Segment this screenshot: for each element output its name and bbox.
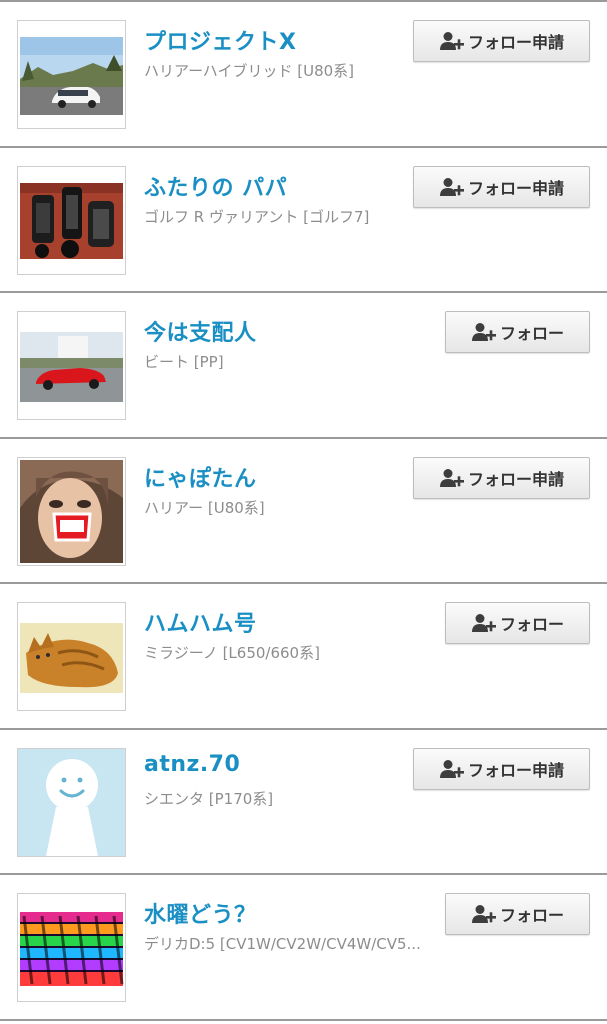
- selfie-photo-avatar: [18, 457, 125, 565]
- user-row[interactable]: ハムハム号ミラジーノ [L650/660系] フォロー: [0, 584, 607, 730]
- user-row[interactable]: 今は支配人ビート [PP] フォロー: [0, 293, 607, 439]
- button-label: フォロー申請: [467, 33, 564, 52]
- user-car-label: ハリアー [U80系]: [144, 498, 265, 517]
- user-name-link[interactable]: 今は支配人: [144, 315, 257, 347]
- follow-button[interactable]: フォロー: [445, 893, 590, 935]
- follow-button[interactable]: フォロー: [445, 602, 590, 644]
- add-user-icon: [439, 31, 465, 51]
- button-label: フォロー申請: [467, 760, 564, 780]
- button-label: フォロー: [499, 615, 564, 634]
- user-row[interactable]: atnz.70 シエンタ [P170系] フォロー申請: [0, 729, 607, 875]
- user-name-link[interactable]: にゃぽたん: [144, 461, 257, 493]
- camera-photo-avatar: [18, 166, 125, 274]
- user-avatar[interactable]: [17, 602, 126, 711]
- user-row[interactable]: にゃぽたんハリアー [U80系] フォロー申請: [0, 438, 607, 584]
- default-person-avatar: [18, 748, 125, 856]
- follow-user-list: プロジェクトX ハリアーハイブリッド [U80系] フォロー申請 ふたりの パパゴ…: [0, 0, 607, 1024]
- user-car-label: ミラジーノ [L650/660系]: [144, 644, 320, 662]
- user-name-link[interactable]: ふたりの パパ: [144, 170, 287, 202]
- user-row[interactable]: ふたりの パパゴルフ R ヴァリアント [ゴルフ7] フォロー申請: [0, 147, 607, 293]
- user-avatar[interactable]: [17, 747, 126, 857]
- red-car-photo-avatar: [18, 312, 125, 419]
- follow-button[interactable]: フォロー: [445, 311, 590, 353]
- button-label: フォロー: [499, 906, 564, 925]
- follow-request-button[interactable]: フォロー申請: [413, 165, 590, 208]
- user-avatar[interactable]: [17, 165, 126, 275]
- user-car-label: デリカD:5 [CV1W/CV2W/CV4W/CV5...: [144, 935, 421, 953]
- follow-request-button[interactable]: フォロー申請: [413, 747, 590, 790]
- car-photo-avatar: [18, 21, 125, 128]
- user-name-link[interactable]: プロジェクトX: [144, 24, 296, 56]
- colorful-pattern-avatar: [18, 894, 125, 1001]
- user-avatar[interactable]: [17, 20, 126, 129]
- user-row[interactable]: プロジェクトX ハリアーハイブリッド [U80系] フォロー申請: [0, 2, 607, 148]
- user-avatar[interactable]: [17, 893, 126, 1002]
- user-avatar[interactable]: [17, 456, 126, 566]
- add-user-icon: [439, 177, 465, 197]
- follow-request-button[interactable]: フォロー申請: [413, 456, 590, 499]
- user-name-link[interactable]: 水曜どう？: [144, 897, 257, 929]
- add-user-icon: [471, 322, 497, 342]
- user-name-link[interactable]: ハムハム号: [144, 606, 257, 638]
- follow-request-button[interactable]: フォロー申請: [413, 20, 590, 62]
- add-user-icon: [471, 904, 497, 924]
- add-user-icon: [471, 613, 497, 633]
- user-avatar[interactable]: [17, 311, 126, 420]
- user-name-link[interactable]: atnz.70: [144, 752, 240, 777]
- button-label: フォロー: [499, 324, 564, 343]
- user-car-label: ビート [PP]: [144, 353, 224, 371]
- add-user-icon: [439, 759, 465, 779]
- cat-photo-avatar: [18, 603, 125, 710]
- add-user-icon: [439, 468, 465, 488]
- button-label: フォロー申請: [467, 469, 564, 489]
- user-car-label: ハリアーハイブリッド [U80系]: [144, 62, 355, 80]
- user-car-label: シエンタ [P170系]: [144, 789, 274, 808]
- user-row[interactable]: 水曜どう？ デリカD:5 [CV1W/CV2W/CV4W/CV5... フォロー: [0, 875, 607, 1021]
- button-label: フォロー申請: [467, 178, 564, 198]
- user-car-label: ゴルフ R ヴァリアント [ゴルフ7]: [144, 207, 370, 226]
